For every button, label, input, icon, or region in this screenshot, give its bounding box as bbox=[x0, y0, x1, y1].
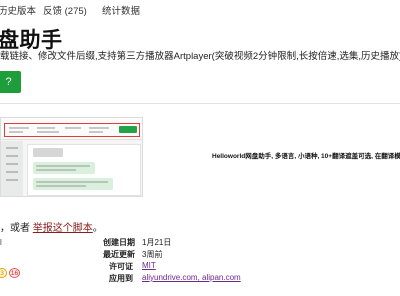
report-suffix: 。 bbox=[92, 223, 103, 234]
script-tabs: 历史版本 反馈 (275) 统计数据 bbox=[0, 0, 400, 18]
report-line: ，或者 举报这个脚本。 bbox=[0, 219, 103, 234]
thumbnail-message-bubble bbox=[33, 178, 113, 190]
screenshot-thumbnail[interactable] bbox=[0, 117, 143, 197]
rating-bad-badge: 16 bbox=[9, 268, 20, 278]
thumbnail-message-line bbox=[36, 185, 86, 187]
script-description: 载链接、修改文件后缀,支持第三方播放器Artplayer(突破视频2分钟限制,长… bbox=[0, 51, 400, 62]
thumbnail-text-line bbox=[89, 127, 109, 129]
thumbnail-text-line bbox=[9, 131, 23, 133]
meta-updated-value: 3周前 bbox=[142, 250, 163, 259]
install-button[interactable]: ? bbox=[0, 71, 21, 93]
thumbnail-message-line bbox=[36, 181, 108, 183]
meta-applies-label: 应用到 bbox=[109, 274, 133, 283]
author-initial: l bbox=[0, 238, 2, 247]
meta-applies-links[interactable]: aliyundrive.com, alipan.com bbox=[142, 273, 241, 282]
tab-stats[interactable]: 统计数据 bbox=[102, 3, 140, 17]
meta-created-value: 1月21日 bbox=[142, 238, 172, 247]
thumbnail-message-line bbox=[36, 169, 76, 171]
tab-feedback[interactable]: 反馈 (275) bbox=[43, 3, 87, 17]
meta-created-label: 创建日期 bbox=[103, 238, 135, 247]
thumbnail-text-line bbox=[9, 127, 29, 129]
meta-license-link[interactable]: MIT bbox=[142, 261, 156, 270]
thumbnail-text-line bbox=[89, 131, 103, 133]
report-script-link[interactable]: 举报这个脚本 bbox=[33, 223, 93, 234]
tab-history[interactable]: 历史版本 bbox=[0, 3, 36, 17]
thumbnail-blurred-image bbox=[33, 148, 63, 157]
meta-license-label: 许可证 bbox=[109, 262, 133, 271]
thumbnail-text-line bbox=[65, 127, 81, 129]
report-prefix: ，或者 bbox=[0, 223, 33, 234]
rating-neutral-badge: 3 bbox=[0, 268, 7, 278]
ratings: 3 16 bbox=[0, 268, 30, 280]
thumbnail-text-line bbox=[37, 131, 59, 133]
thumbnail-message-line bbox=[36, 165, 90, 167]
thumbnail-green-button bbox=[119, 126, 137, 133]
thumbnail-message-bubble bbox=[33, 162, 95, 174]
screenshot-caption: Helloworld网盘助手, 多语言, 小语种, 10+翻译遮盖可选, 在翻译… bbox=[212, 153, 400, 160]
thumbnail-sidebar bbox=[1, 141, 23, 196]
meta-updated-label: 最近更新 bbox=[103, 250, 135, 259]
thumbnail-text-line bbox=[37, 127, 55, 129]
divider bbox=[0, 103, 400, 104]
